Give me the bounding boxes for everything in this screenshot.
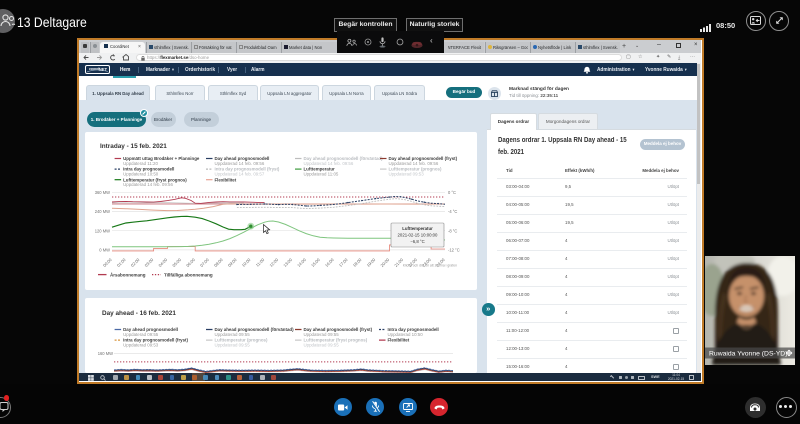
svg-text:04:00: 04:00 (157, 257, 168, 268)
svg-text:14:00: 14:00 (296, 257, 307, 268)
svg-text:Uppdaterad 14 feb. 09:56: Uppdaterad 14 feb. 09:56 (389, 161, 439, 166)
svg-text:-8 °C: -8 °C (448, 228, 457, 233)
svg-text:Day ahead - 16 feb. 2021: Day ahead - 16 feb. 2021 (102, 310, 176, 317)
svg-text:Klicka och dra för att zooma i: Klicka och dra för att zooma i grafen (403, 264, 457, 268)
svg-text:360 MW: 360 MW (95, 190, 110, 195)
svg-text:2021-02-15 10:00:00: 2021-02-15 10:00:00 (398, 233, 439, 238)
svg-text:Uppdaterad 14 feb. 09:57: Uppdaterad 14 feb. 09:57 (215, 171, 265, 176)
svg-text:10:00: 10:00 (241, 257, 252, 268)
svg-text:08:00: 08:00 (213, 257, 224, 268)
svg-text:Uppdaterad 14 feb. 09:56: Uppdaterad 14 feb. 09:56 (304, 161, 354, 166)
svg-text:Uppdaterad 09:53: Uppdaterad 09:53 (123, 342, 159, 347)
svg-text:09:00: 09:00 (227, 257, 238, 268)
svg-text:Uppdaterad 09:55: Uppdaterad 09:55 (304, 342, 340, 347)
svg-text:Uppdaterad 14 feb. 09:56: Uppdaterad 14 feb. 09:56 (215, 161, 265, 166)
svg-text:Uppdaterad 09:53: Uppdaterad 09:53 (389, 171, 425, 176)
svg-text:02:00: 02:00 (130, 257, 141, 268)
svg-text:Uppdaterad 14 feb. 09:56: Uppdaterad 14 feb. 09:56 (123, 182, 173, 187)
svg-text:17:00: 17:00 (338, 257, 349, 268)
svg-text:Årsabonnemang: Årsabonnemang (110, 271, 146, 277)
svg-text:19:00: 19:00 (366, 257, 377, 268)
svg-text:05:00: 05:00 (171, 257, 182, 268)
svg-text:18:00: 18:00 (352, 257, 363, 268)
svg-text:Tillfälliga abonnemang: Tillfälliga abonnemang (164, 272, 213, 277)
svg-text:12:00: 12:00 (268, 257, 279, 268)
svg-text:Uppdaterad 10:50: Uppdaterad 10:50 (123, 171, 159, 176)
svg-text:16:00: 16:00 (324, 257, 335, 268)
svg-text:Uppdaterad 10:50: Uppdaterad 10:50 (388, 332, 424, 337)
svg-text:Flexibilitet: Flexibilitet (215, 177, 237, 182)
svg-text:Flexibilitet: Flexibilitet (388, 338, 410, 343)
svg-text:07:00: 07:00 (199, 257, 210, 268)
svg-text:13:00: 13:00 (282, 257, 293, 268)
svg-text:Uppdaterad 11:20: Uppdaterad 11:20 (123, 161, 158, 166)
svg-text:Uppdaterad 09:55: Uppdaterad 09:55 (215, 342, 251, 347)
svg-text:0 °C: 0 °C (448, 190, 456, 195)
svg-text:Uppdaterad 11:05: Uppdaterad 11:05 (304, 171, 339, 176)
svg-text:15:00: 15:00 (310, 257, 321, 268)
svg-text:Uppdaterad 09:55: Uppdaterad 09:55 (123, 332, 159, 337)
svg-text:0 MW: 0 MW (99, 248, 110, 253)
svg-text:Ruwaida Yvonne (DS-YD): Ruwaida Yvonne (DS-YD) (709, 351, 787, 358)
svg-text:240 MW: 240 MW (95, 209, 110, 214)
svg-text:20:00: 20:00 (379, 257, 390, 268)
svg-text:11:00: 11:00 (255, 257, 266, 268)
svg-text:120 MW: 120 MW (95, 228, 110, 233)
svg-text:Uppdaterad 09:55: Uppdaterad 09:55 (215, 332, 251, 337)
svg-text:00:00: 00:00 (102, 257, 113, 268)
svg-text:-12 °C: -12 °C (448, 248, 460, 253)
svg-text:Intraday - 15 feb. 2021: Intraday - 15 feb. 2021 (100, 143, 167, 150)
svg-text:01:00: 01:00 (116, 257, 127, 268)
svg-text:Lufttemperatur: Lufttemperatur (402, 226, 433, 231)
svg-text:−6,8 °C: −6,8 °C (410, 239, 425, 244)
svg-text:160 MW: 160 MW (98, 351, 113, 356)
svg-text:03:00: 03:00 (144, 257, 155, 268)
svg-text:Uppdaterad 09:55: Uppdaterad 09:55 (304, 332, 340, 337)
svg-text:06:00: 06:00 (185, 257, 196, 268)
svg-text:-4 °C: -4 °C (448, 209, 457, 214)
